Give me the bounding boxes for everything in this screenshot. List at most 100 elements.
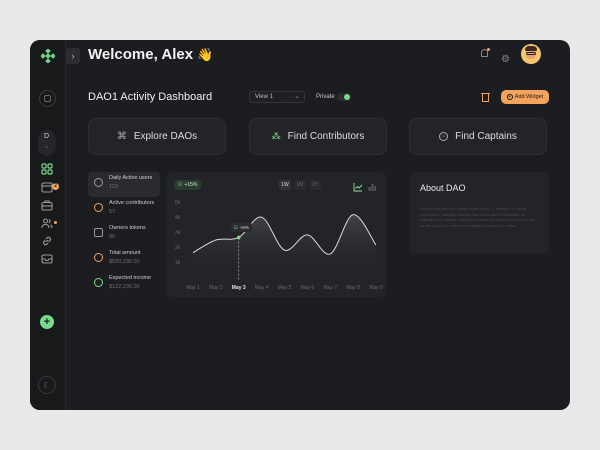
dashboard-title: DAO1 Activity Dashboard <box>88 91 213 103</box>
find-captains-label: Find Captains <box>455 131 517 142</box>
find-contributors-label: Find Contributors <box>287 131 365 142</box>
logo-icon <box>41 49 55 63</box>
gear-icon: ⚙ <box>501 54 510 65</box>
notifications-button[interactable] <box>479 48 491 62</box>
briefcase-icon <box>41 200 53 211</box>
sidebar-collapse-button[interactable]: › <box>66 48 80 64</box>
sidebar: D ⌄ 2 + ☾ <box>30 40 66 410</box>
chevron-down-icon: ⌄ <box>44 144 50 150</box>
x-tick-label: May 3 <box>232 285 246 291</box>
chevron-right-icon: › <box>71 51 75 61</box>
sidebar-item-inbox[interactable] <box>41 253 53 265</box>
trend-up-icon <box>94 278 103 287</box>
area-fill <box>193 214 376 278</box>
workspace-letter: D <box>44 133 50 140</box>
find-captains-button[interactable]: ⌂ Find Captains <box>409 118 547 155</box>
x-tick-label: May 2 <box>209 285 223 291</box>
app-window: D ⌄ 2 + ☾ › Welcome, Alex 👋 ⚙ DAO1 Activ… <box>30 40 570 410</box>
about-dao-panel: About DAO I live in any user-first drive… <box>409 172 549 254</box>
people-icon: ⁂ <box>271 131 281 141</box>
page-title: Welcome, Alex 👋 <box>88 46 213 63</box>
sidebar-item-links[interactable] <box>41 235 53 247</box>
x-tick-label: May 7 <box>323 285 337 291</box>
grid-icon <box>41 163 53 175</box>
plus-icon: + <box>43 315 51 328</box>
workspace-switcher[interactable]: D ⌄ <box>38 130 56 156</box>
delete-button[interactable] <box>481 92 491 103</box>
about-title: About DAO <box>420 183 466 193</box>
avatar-hair <box>525 46 537 51</box>
x-tick-label: May 5 <box>278 285 292 291</box>
dollar-icon <box>94 253 103 262</box>
stat-owners-tokens[interactable]: Owners tokens 90 <box>88 222 160 247</box>
stat-label: Expected income <box>109 275 152 281</box>
trash-icon <box>482 94 489 102</box>
y-tick-label: 6k <box>175 200 181 206</box>
status-dot <box>54 221 57 224</box>
plus-circle-icon: + <box>506 94 513 100</box>
notification-count-badge: 2 <box>52 183 59 190</box>
x-tick-label: May 1 <box>186 285 200 291</box>
user-avatar[interactable] <box>521 44 541 64</box>
chevron-down-icon: ⌄ <box>294 93 300 100</box>
y-tick-label: 1k <box>175 260 181 266</box>
stat-daily-active-users[interactable]: Daily Active users 122 <box>88 172 160 197</box>
stat-value: $122,236.00 <box>109 284 140 290</box>
explore-daos-button[interactable]: ⌘ Explore DAOs <box>88 118 226 155</box>
private-label: Private <box>316 94 335 100</box>
workspace-home-button[interactable] <box>39 90 56 107</box>
stat-active-contributors[interactable]: Active contributors 57 <box>88 197 160 222</box>
settings-button[interactable]: ⚙ <box>501 49 513 65</box>
y-tick-label: 2k <box>175 245 181 251</box>
x-tick-label: May 9 <box>369 285 383 291</box>
add-widget-label: Add Widget <box>514 94 544 100</box>
stat-total-amount[interactable]: Total amount $500,236.00 <box>88 247 160 272</box>
private-toggle[interactable] <box>337 93 351 101</box>
stat-value: 122 <box>109 184 119 190</box>
about-text: I live in any user-first driven experien… <box>420 206 536 228</box>
notification-dot <box>487 48 490 51</box>
moon-icon: ☾ <box>43 380 51 390</box>
point-badge-value: +5% <box>239 225 249 231</box>
area-chart: 6k 4k 3k 2k 1k May 1 May 2 May 3 May 4 May 5 May … <box>175 200 383 291</box>
stat-expected-income[interactable]: Expected income $122,236.00 <box>88 272 160 297</box>
sidebar-item-members[interactable] <box>41 217 53 229</box>
stat-label: Owners tokens <box>109 225 146 231</box>
captain-icon: ⌂ <box>439 132 449 141</box>
trash-lid <box>481 93 490 94</box>
y-tick-label: 4k <box>175 215 181 221</box>
avatar-glasses <box>526 52 536 55</box>
inbox-icon <box>41 254 53 264</box>
add-workspace-button[interactable]: + <box>40 315 54 329</box>
point-badge: ☑ +5% <box>230 223 252 233</box>
activity-chart-panel: ☑ +15% 1W 1M 1Y 6k 4k 3k 2k 1k May 1 May 2 May… <box>167 172 386 297</box>
stat-value: 90 <box>109 234 116 240</box>
stat-label: Daily Active users <box>109 175 153 181</box>
sidebar-item-dashboard[interactable] <box>41 163 53 175</box>
find-contributors-button[interactable]: ⁂ Find Contributors <box>249 118 387 155</box>
x-tick-label: May 4 <box>255 285 269 291</box>
view-select[interactable]: View 1 ⌄ <box>249 91 305 103</box>
welcome-text: Welcome, Alex <box>88 46 194 63</box>
command-icon: ⌘ <box>116 131 127 142</box>
stat-value: $500,236.00 <box>109 259 140 265</box>
stat-label: Total amount <box>109 250 141 256</box>
hexagon-icon <box>44 95 51 102</box>
stat-value: 57 <box>109 209 116 215</box>
theme-toggle-button[interactable]: ☾ <box>38 376 56 394</box>
highlight-point[interactable] <box>236 235 241 240</box>
token-icon <box>94 228 103 237</box>
y-tick-label: 3k <box>175 230 181 236</box>
check-icon: ☑ <box>233 224 238 230</box>
add-widget-button[interactable]: + Add Widget <box>501 90 549 104</box>
x-tick-label: May 8 <box>346 285 360 291</box>
x-tick-label: May 6 <box>301 285 315 291</box>
users-icon <box>41 218 53 229</box>
contributors-icon <box>94 203 103 212</box>
stat-label: Active contributors <box>109 200 155 206</box>
user-circle-icon <box>94 178 103 187</box>
view-select-value: View 1 <box>255 94 273 100</box>
toggle-knob <box>344 94 350 100</box>
link-icon <box>43 236 51 246</box>
sidebar-item-briefcase[interactable] <box>41 199 53 211</box>
